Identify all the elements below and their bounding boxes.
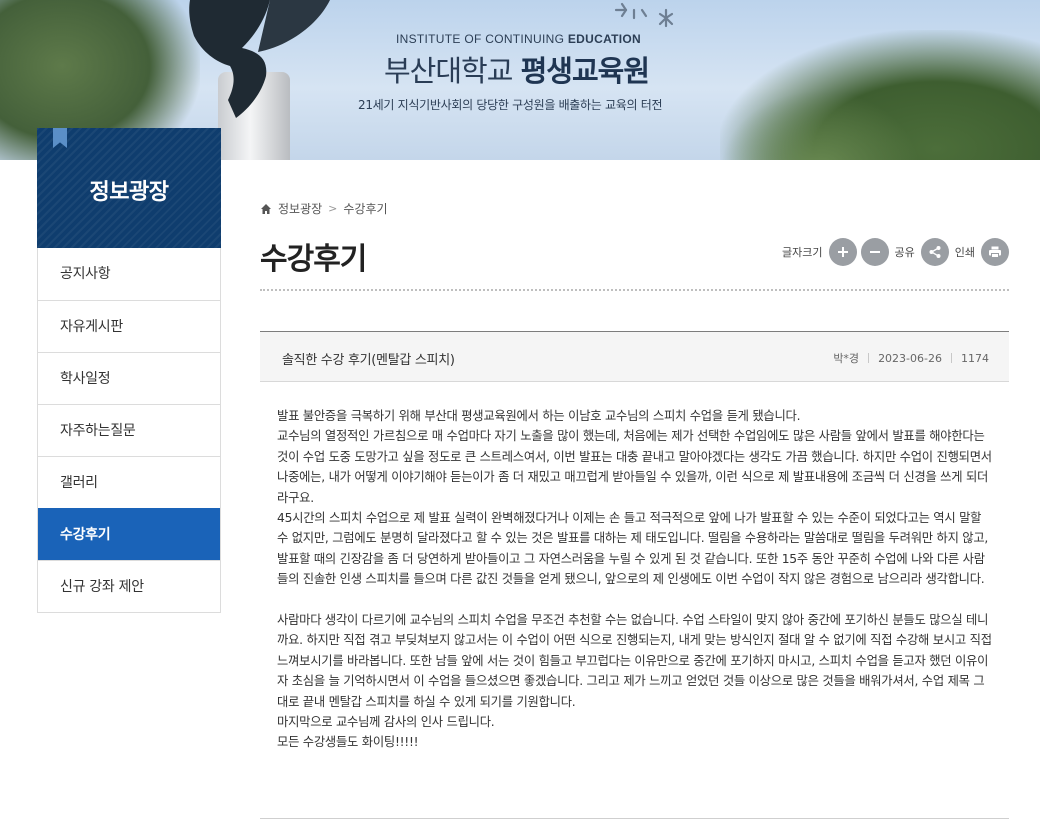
printer-icon	[989, 246, 1001, 258]
post-body: 발표 불안증을 극복하기 위해 부산대 평생교육원에서 하는 이남호 교수님의 …	[277, 406, 993, 753]
brand-korean-name[interactable]: 부산대학교 평생교육원	[384, 48, 650, 90]
post-meta: 박*경 2023-06-26 1174	[833, 350, 989, 366]
sidebar-item-faq[interactable]: 자주하는질문	[38, 404, 220, 456]
banner-trees-right-lower	[720, 90, 920, 160]
sidebar-item-notice[interactable]: 공지사항	[38, 248, 220, 300]
sidebar-title: 정보광장	[89, 180, 169, 205]
print-button[interactable]	[981, 238, 1009, 266]
share-label: 공유	[894, 246, 915, 259]
breadcrumb-item-info-square[interactable]: 정보광장	[278, 200, 322, 217]
breadcrumb: 정보광장 > 수강후기	[260, 200, 388, 217]
sidebar-item-gallery[interactable]: 갤러리	[38, 456, 220, 508]
post-title: 솔직한 수강 후기(멘탈갑 스피치)	[282, 353, 455, 368]
sidebar-header: 정보광장	[37, 128, 221, 248]
sidebar-menu: 공지사항 자유게시판 학사일정 자주하는질문 갤러리 수강후기 신규 강좌 제안	[37, 248, 221, 613]
post-paragraph: 모든 수강생들도 화이팅!!!!!	[277, 735, 419, 750]
share-icon	[929, 246, 941, 258]
post-paragraph: 45시간의 스피치 수업으로 제 발표 실력이 완벽해졌다거나 이제는 손 들고…	[277, 511, 989, 587]
post-paragraph: 사람마다 생각이 다르기에 교수님의 스피치 수업을 무조건 추천할 수는 없습…	[277, 613, 992, 709]
post-paragraph: 발표 불안증을 극복하기 위해 부산대 평생교육원에서 하는 이남호 교수님의 …	[277, 409, 801, 423]
print-label: 인쇄	[954, 246, 975, 259]
post-paragraph: 마지막으로 교수님께 감사의 인사 드립니다.	[277, 715, 495, 730]
post-paragraph: 교수님의 열정적인 가르침으로 매 수업마다 자기 노출을 많이 했는데, 처음…	[277, 429, 992, 505]
sidebar-item-new-course-proposal[interactable]: 신규 강좌 제안	[38, 560, 220, 612]
post-views: 1174	[961, 351, 989, 365]
post-paragraph-spacer	[277, 590, 993, 610]
title-divider	[260, 289, 1009, 291]
post-bottom-divider	[260, 818, 1009, 819]
font-size-label: 글자크기	[782, 246, 823, 259]
minus-icon	[869, 251, 880, 253]
brand-english-name: INSTITUTE OF CONTINUING EDUCATION	[396, 32, 642, 46]
page-title: 수강후기	[260, 242, 367, 277]
meta-divider	[951, 353, 952, 363]
sidebar-item-free-board[interactable]: 자유게시판	[38, 300, 220, 352]
brand-slogan: 21세기 지식기반사회의 당당한 구성원을 배출하는 교육의 터전	[358, 98, 663, 112]
font-decrease-button[interactable]	[860, 238, 889, 266]
eagle-sculpture-icon	[189, 0, 330, 118]
sidebar-item-course-reviews[interactable]: 수강후기	[38, 508, 220, 560]
home-icon[interactable]	[260, 203, 272, 215]
sidebar-item-academic-calendar[interactable]: 학사일정	[38, 352, 220, 404]
breadcrumb-item-course-reviews[interactable]: 수강후기	[343, 200, 387, 217]
meta-divider	[868, 353, 870, 363]
bookmark-icon	[53, 128, 67, 148]
post-date: 2023-06-26	[878, 351, 942, 365]
post-header: 솔직한 수강 후기(멘탈갑 스피치) 박*경 2023-06-26 1174	[260, 331, 1009, 382]
sparkle-logo-icon	[614, 2, 674, 28]
share-button[interactable]	[920, 238, 949, 266]
breadcrumb-separator: >	[328, 202, 338, 215]
page-tools: 글자크기 공유 인쇄	[780, 238, 1009, 266]
post-author: 박*경	[833, 352, 860, 365]
font-increase-button[interactable]	[828, 238, 857, 266]
plus-icon	[837, 247, 848, 257]
